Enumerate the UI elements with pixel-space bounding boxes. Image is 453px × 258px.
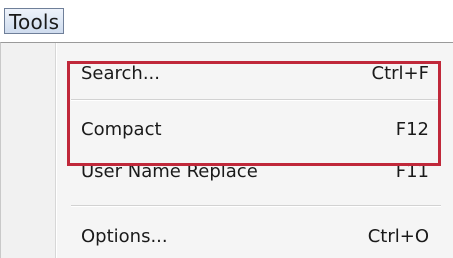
menu-item-label: Options... xyxy=(81,226,168,247)
icon-gutter xyxy=(1,43,55,258)
menu-separator xyxy=(71,205,441,207)
tools-menu[interactable]: Tools xyxy=(4,8,65,34)
gutter-divider-highlight xyxy=(56,43,57,258)
menu-item-shortcut: Ctrl+O xyxy=(367,226,429,247)
menu-bar: Tools xyxy=(0,0,453,40)
highlight-annotation-box xyxy=(67,61,441,166)
menu-item-options[interactable]: Options... Ctrl+O xyxy=(59,220,437,254)
